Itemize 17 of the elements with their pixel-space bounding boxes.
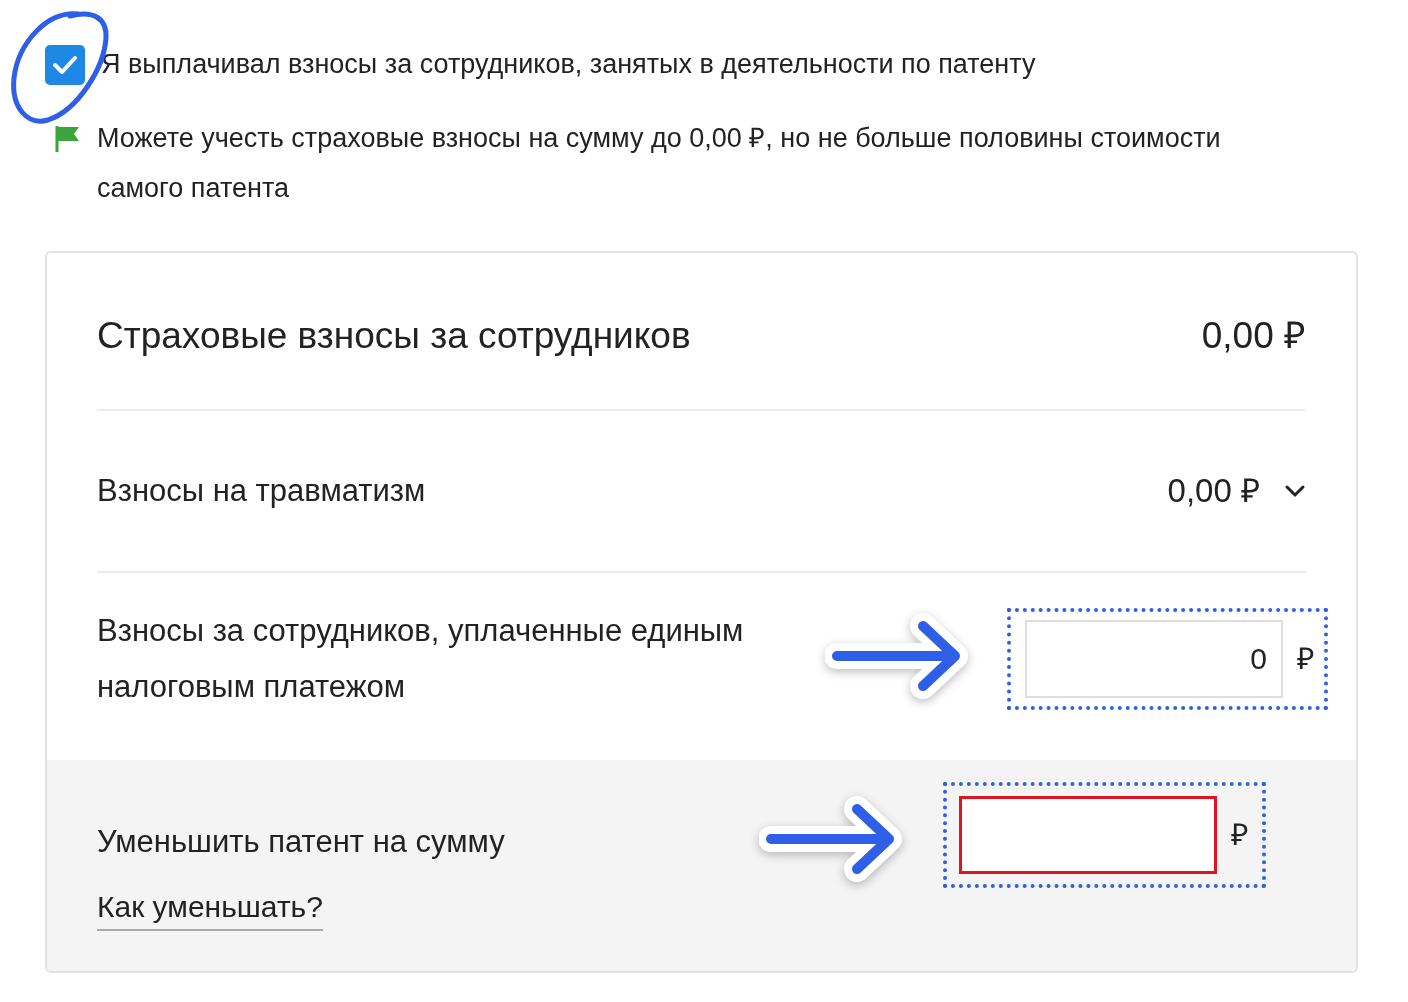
- footer-label: Уменьшить патент на сумму: [97, 822, 505, 861]
- row-amount: 0,00 ₽: [1167, 470, 1260, 511]
- chevron-icon[interactable]: [1284, 483, 1306, 498]
- input-field[interactable]: [959, 795, 1217, 874]
- card-title: Страховые взносы за сотрудников: [97, 314, 691, 358]
- input-field[interactable]: 0: [1025, 619, 1283, 698]
- notice-text: Можете учесть страховые взносы на сумму до 0,00 ₽, но не больше половины стоимости самого патента: [97, 122, 1222, 205]
- currency-sign: ₽: [1231, 817, 1248, 853]
- help-link[interactable]: Как уменьшать?: [97, 883, 323, 931]
- row-label: Взносы на травматизм: [97, 471, 426, 510]
- checkbox[interactable]: [45, 45, 85, 85]
- currency-sign: ₽: [1297, 641, 1314, 677]
- total-amount: 0,00 ₽: [1201, 314, 1306, 358]
- checkbox-label: Я выплачивал взносы за сотрудников, занятых в деятельности по патенту: [101, 50, 1036, 80]
- row-label: Взносы за сотрудников, уплаченные единым налоговым платежом: [97, 611, 745, 706]
- flag-icon: [55, 125, 81, 153]
- check-icon: [52, 54, 78, 76]
